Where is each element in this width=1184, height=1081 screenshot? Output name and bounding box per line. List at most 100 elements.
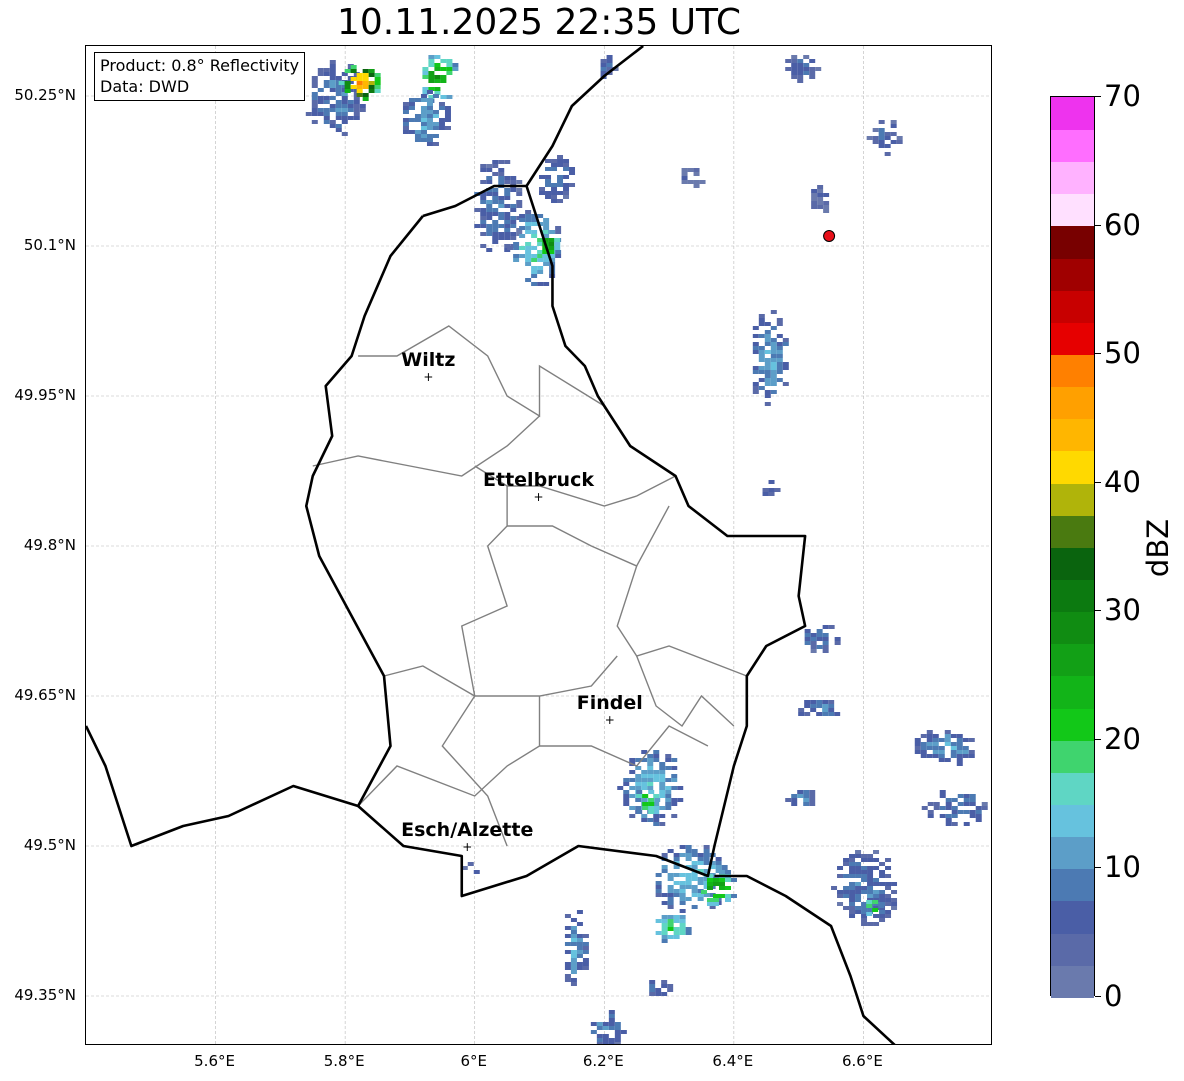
echo-cell xyxy=(649,980,674,996)
colorbar-segment xyxy=(1051,514,1094,548)
colorbar-segment xyxy=(1051,707,1094,741)
colorbar-segment xyxy=(1051,482,1094,516)
colorbar-segment xyxy=(1051,322,1094,355)
echo-cell xyxy=(305,60,366,136)
latitude-label: 49.35°N xyxy=(14,986,76,1004)
echo-cell xyxy=(798,700,841,716)
city-marker-icon: + xyxy=(533,490,544,504)
colorbar-tick-mark xyxy=(1095,996,1101,997)
echo-cell xyxy=(811,185,830,213)
colorbar-segment xyxy=(1051,193,1094,227)
map-frame[interactable] xyxy=(85,45,992,1045)
country-border-belgium-germany xyxy=(525,46,644,187)
echo-cell xyxy=(539,155,576,203)
echo-cell xyxy=(461,862,480,874)
colorbar-segment xyxy=(1051,611,1094,645)
echo-cell xyxy=(804,625,841,653)
canton-border xyxy=(358,325,605,418)
colorbar-tick-label: 30 xyxy=(1104,593,1141,628)
longitude-label: 5.8°E xyxy=(323,1052,365,1070)
latitude-label: 49.5°N xyxy=(23,836,76,854)
colorbar-segment xyxy=(1051,964,1094,998)
echo-cell xyxy=(785,55,822,83)
city-marker-icon: + xyxy=(462,840,473,854)
echo-cell xyxy=(752,310,789,406)
colorbar-segment xyxy=(1051,129,1094,163)
colorbar-segment xyxy=(1051,932,1094,966)
canton-border xyxy=(507,505,670,567)
radar-site-marker xyxy=(823,230,836,242)
colorbar-segment xyxy=(1051,289,1094,323)
product-label: Product: 0.8° Reflectivity xyxy=(100,56,300,75)
colorbar-segment xyxy=(1051,772,1094,805)
colorbar-segment xyxy=(1051,579,1094,613)
city-marker-icon: + xyxy=(604,713,615,727)
colorbar-tick-mark xyxy=(1095,867,1101,869)
echo-cell xyxy=(564,910,589,986)
map-title: 10.11.2025 22:35 UTC xyxy=(336,2,742,43)
city-label: Wiltz xyxy=(401,349,456,371)
echo-cell xyxy=(762,480,781,496)
longitude-label: 6.4°E xyxy=(712,1052,754,1070)
latitude-label: 49.65°N xyxy=(14,686,76,704)
radar-map xyxy=(86,46,991,1044)
colorbar-tick-label: 10 xyxy=(1104,850,1141,885)
colorbar-segment xyxy=(1051,868,1094,902)
echo-cell xyxy=(914,730,975,766)
canton-border xyxy=(539,725,709,767)
colorbar-tick-mark xyxy=(1095,738,1101,740)
city-label: Ettelbruck xyxy=(483,469,594,491)
canton-border xyxy=(616,565,748,677)
longitude-label: 6.2°E xyxy=(582,1052,624,1070)
colorbar-tick-label: 60 xyxy=(1104,207,1141,242)
colorbar-tick-mark xyxy=(1095,610,1101,612)
colorbar-tick-label: 70 xyxy=(1104,79,1141,113)
longitude-label: 5.6°E xyxy=(194,1052,235,1070)
echo-cell xyxy=(655,915,692,943)
colorbar-segment xyxy=(1051,386,1094,420)
colorbar-segment xyxy=(1051,547,1094,580)
colorbar-tick-label: 50 xyxy=(1104,336,1141,371)
city-label: Esch/Alzette xyxy=(401,819,534,841)
canton-border xyxy=(357,696,541,807)
data-source-label: Data: DWD xyxy=(100,77,190,96)
canton-border xyxy=(383,655,618,697)
colorbar-tick-label: 0 xyxy=(1104,979,1123,1013)
echo-cell xyxy=(785,790,816,806)
echo-cell xyxy=(474,160,523,252)
country-border-luxembourg xyxy=(304,184,807,898)
colorbar-segment xyxy=(1051,354,1094,388)
colorbar-segment xyxy=(1051,739,1094,773)
echo-cell xyxy=(590,1010,627,1044)
latitude-label: 49.8°N xyxy=(23,536,76,554)
colorbar-tick-mark xyxy=(1095,481,1101,483)
info-box: Product: 0.8° Reflectivity Data: DWD xyxy=(94,52,306,101)
colorbar-tick-mark xyxy=(1095,96,1101,97)
echo-cell xyxy=(921,790,988,826)
colorbar-segment xyxy=(1051,643,1094,677)
colorbar-segment xyxy=(1051,161,1094,195)
longitude-label: 6.6°E xyxy=(842,1052,883,1070)
city-marker-icon: + xyxy=(423,370,434,384)
colorbar-tick-mark xyxy=(1095,224,1101,226)
colorbar-label: dBZ xyxy=(1141,518,1175,578)
colorbar-tick-mark xyxy=(1095,353,1101,355)
colorbar-segment xyxy=(1051,804,1094,838)
canton-border xyxy=(312,415,540,477)
colorbar-segment xyxy=(1051,836,1094,870)
colorbar-tick-label: 40 xyxy=(1104,464,1141,499)
colorbar-segment xyxy=(1051,225,1094,259)
echo-cell xyxy=(831,850,898,926)
colorbar-segment xyxy=(1051,675,1094,709)
colorbar-tick-label: 20 xyxy=(1104,721,1141,756)
longitude-label: 6°E xyxy=(460,1052,487,1070)
canton-border xyxy=(636,655,735,728)
colorbar-segment xyxy=(1051,450,1094,484)
colorbar-segment xyxy=(1051,257,1094,291)
country-border-france-belgium xyxy=(86,725,359,848)
colorbar-segment xyxy=(1051,418,1094,452)
colorbar-segment xyxy=(1051,900,1094,934)
latitude-label: 49.95°N xyxy=(14,386,76,404)
latitude-label: 50.25°N xyxy=(14,86,76,104)
colorbar-segment xyxy=(1051,97,1094,130)
